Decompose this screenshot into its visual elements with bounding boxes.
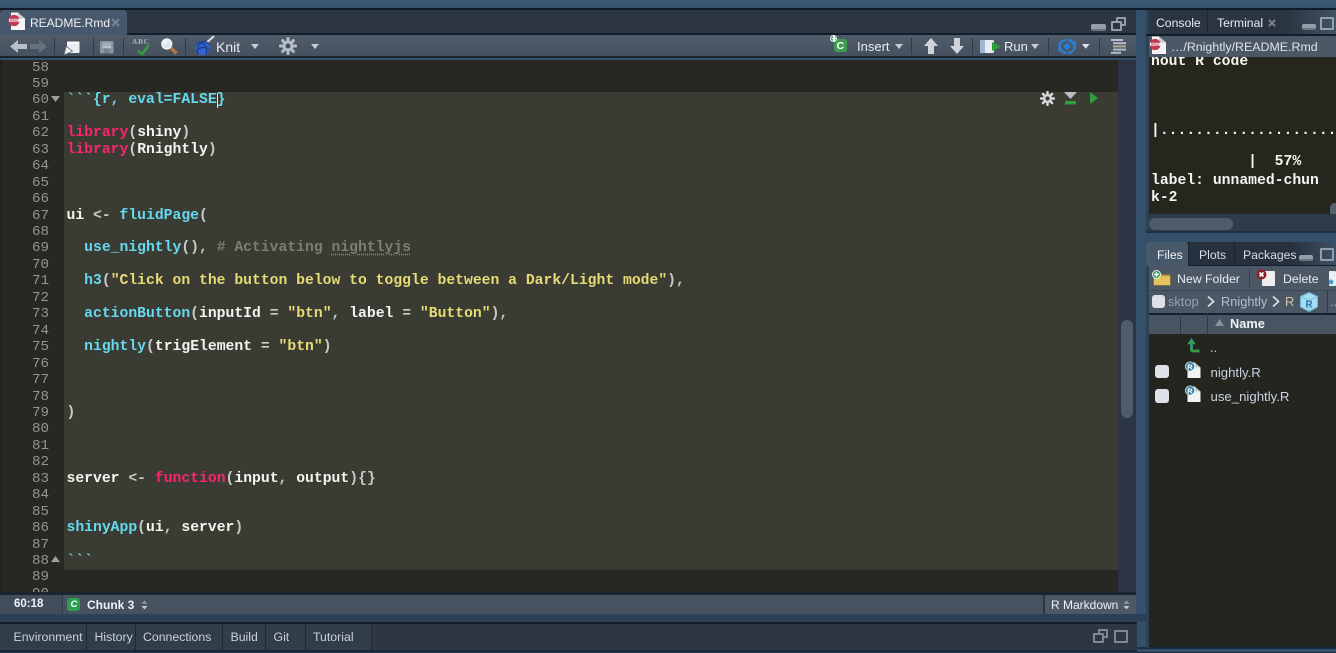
svg-text:Rmd: Rmd <box>10 19 18 23</box>
svg-text:Rmd: Rmd <box>1151 43 1159 47</box>
svg-text:R: R <box>1305 300 1313 311</box>
svg-text:R: R <box>1187 362 1193 371</box>
svg-text:R: R <box>1187 386 1193 395</box>
